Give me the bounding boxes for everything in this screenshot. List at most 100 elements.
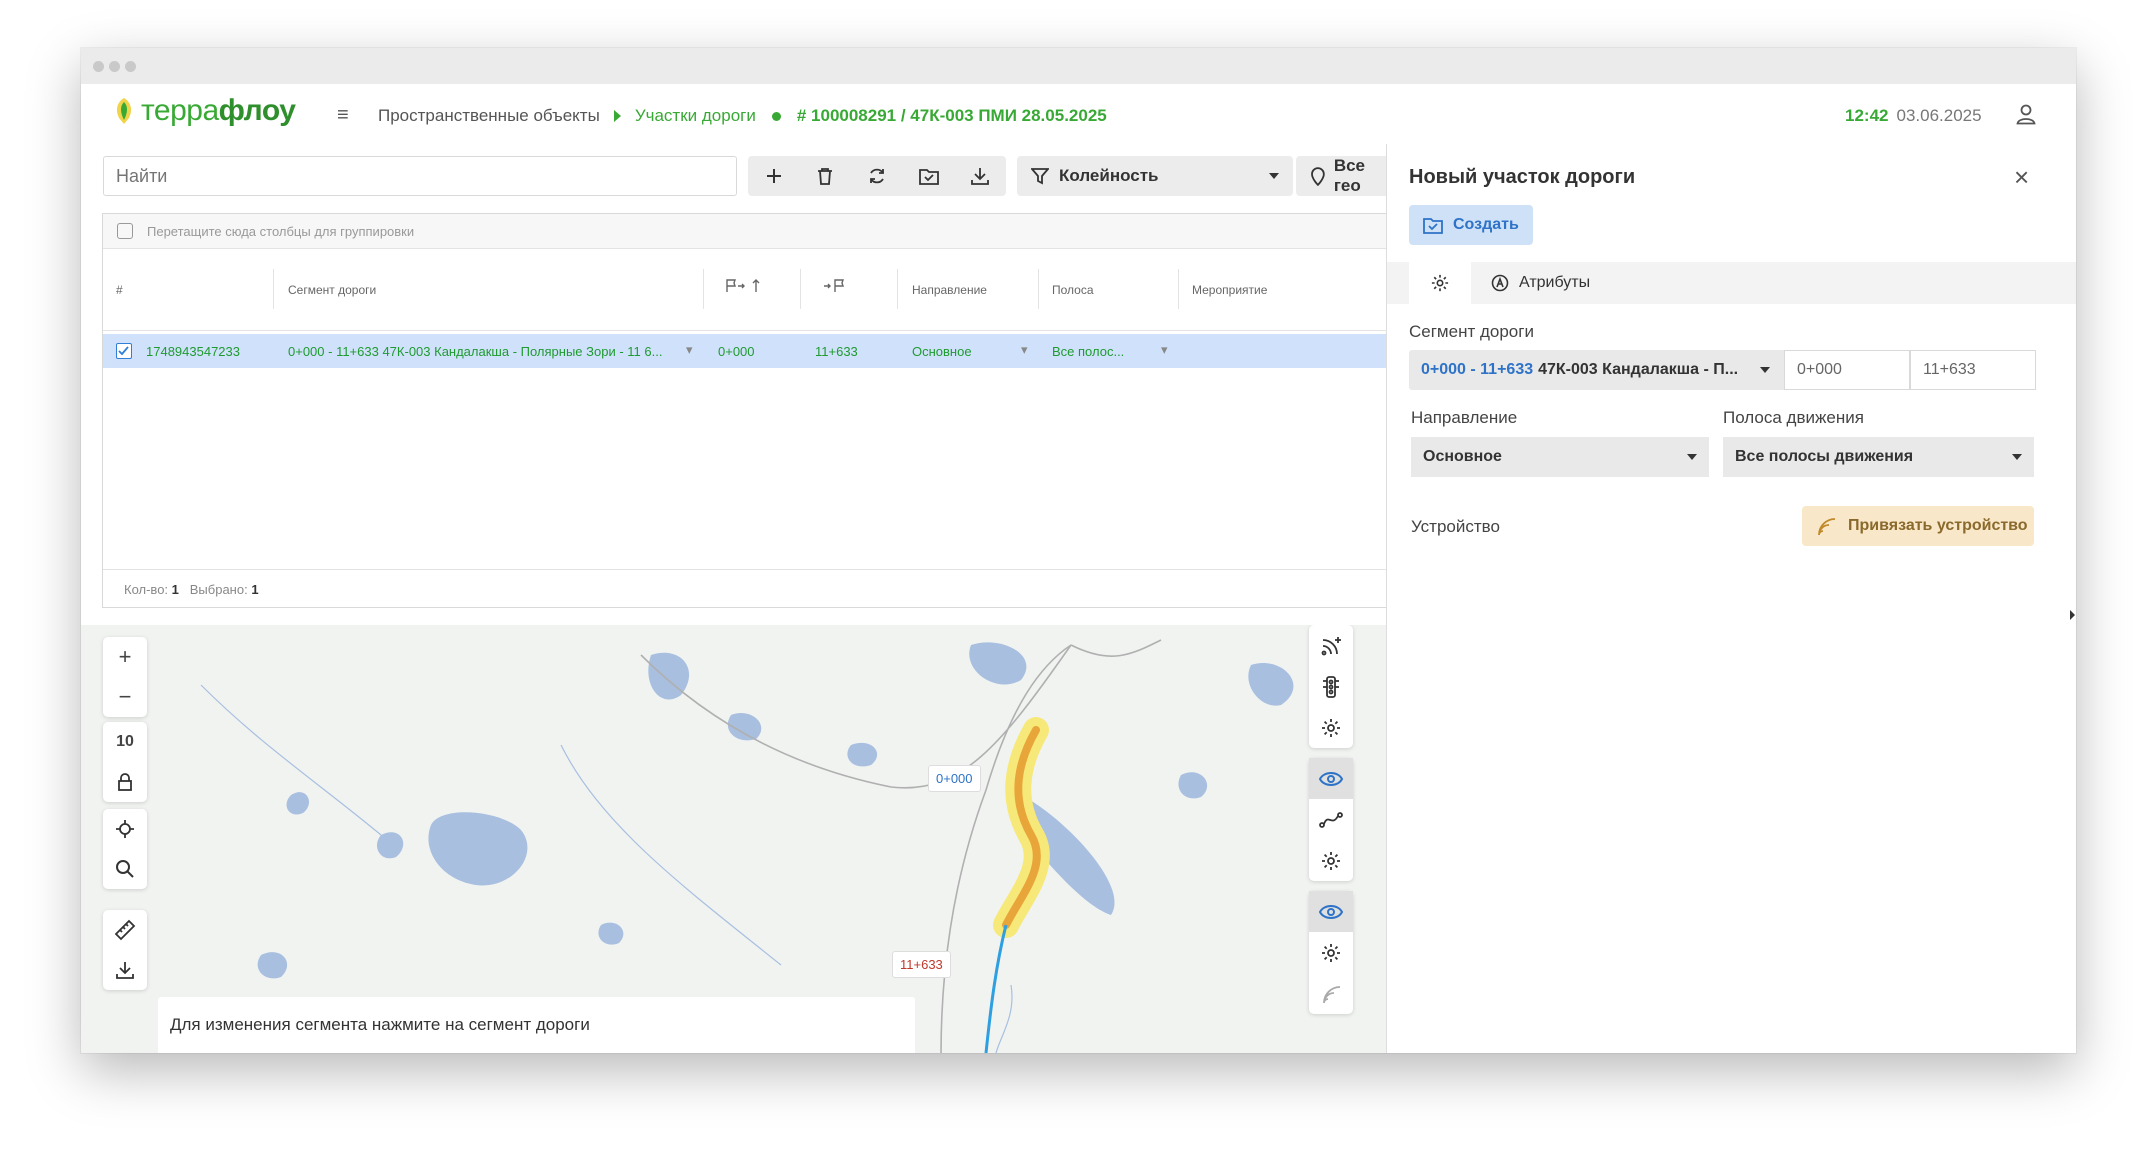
- col-header-segment[interactable]: Сегмент дороги: [288, 283, 376, 297]
- grid-header: # Сегмент дороги Направление Полоса Меро…: [103, 249, 1411, 331]
- group-hint: Перетащите сюда столбцы для группировки: [147, 223, 415, 239]
- attributes-icon: [1491, 274, 1509, 292]
- check-icon: [118, 346, 129, 356]
- column-divider: [897, 269, 898, 309]
- window-zoom-dot[interactable]: [125, 61, 136, 72]
- breadcrumb-road-sections[interactable]: Участки дороги: [635, 106, 756, 126]
- column-divider: [1038, 269, 1039, 309]
- crosshair-icon: [116, 820, 134, 838]
- add-layer-button[interactable]: [1309, 625, 1353, 666]
- search-input[interactable]: [103, 156, 737, 196]
- window-minimize-dot[interactable]: [109, 61, 120, 72]
- zoom-in-button[interactable]: +: [103, 637, 147, 677]
- map-search-button[interactable]: [103, 849, 147, 889]
- folder-check-icon: [1423, 218, 1443, 234]
- download-button[interactable]: [954, 156, 1006, 196]
- logo-text-light: терра: [141, 94, 219, 127]
- tab-settings[interactable]: [1409, 262, 1471, 304]
- col-header-lane[interactable]: Полоса: [1052, 283, 1094, 297]
- refresh-button[interactable]: [851, 156, 903, 196]
- map-hint: Для изменения сегмента нажмите на сегмен…: [158, 997, 916, 1053]
- lock-button[interactable]: [103, 762, 147, 802]
- column-divider: [1178, 269, 1179, 309]
- group-panel[interactable]: Перетащите сюда столбцы для группировки: [103, 214, 1411, 249]
- zoom-level: 10: [116, 733, 134, 750]
- signal-button[interactable]: [1309, 973, 1353, 1014]
- count-label: Кол-во:: [124, 582, 169, 597]
- rss-add-icon: [1321, 636, 1341, 655]
- route-button[interactable]: [1309, 799, 1353, 840]
- close-icon[interactable]: ×: [2014, 162, 2029, 193]
- grid-toolbar: [748, 156, 1006, 196]
- direction-value: Основное: [1423, 448, 1502, 465]
- col-header-direction[interactable]: Направление: [912, 283, 987, 297]
- open-folder-button[interactable]: [903, 156, 955, 196]
- data-grid: Перетащите сюда столбцы для группировки …: [102, 213, 1412, 608]
- start-marker[interactable]: 0+000: [928, 765, 981, 792]
- col-header-id[interactable]: #: [116, 283, 123, 297]
- cell-direction: Основное: [912, 344, 972, 359]
- start-picket-input[interactable]: 0+000: [1784, 350, 1910, 390]
- locate-group: [103, 809, 147, 889]
- chevron-down-icon[interactable]: ▾: [1021, 342, 1028, 358]
- segment-select[interactable]: 0+000 - 11+633 47К-003 Кандалакша - П...: [1409, 350, 1784, 390]
- clock-date: 03.06.2025: [1896, 106, 1982, 125]
- direction-select[interactable]: Основное: [1411, 437, 1709, 477]
- tab-attributes[interactable]: Атрибуты: [1491, 262, 1590, 304]
- chevron-down-icon: [2012, 454, 2022, 460]
- traffic-light-icon: [1323, 675, 1339, 698]
- hamburger-menu-icon[interactable]: ≡: [337, 104, 349, 127]
- locate-button[interactable]: [103, 809, 147, 849]
- layer-controls-3: [1309, 891, 1353, 1014]
- count-value: 1: [171, 582, 179, 597]
- column-divider: [273, 269, 274, 309]
- tab-attributes-label: Атрибуты: [1519, 274, 1591, 291]
- app-logo[interactable]: терра флоу: [111, 94, 296, 128]
- segment-label: Сегмент дороги: [1409, 322, 1534, 341]
- map-background: [200, 639, 1294, 1053]
- new-section-panel: Новый участок дороги × Создать Атрибуты …: [1386, 144, 2076, 1053]
- zoom-out-button[interactable]: −: [103, 677, 147, 717]
- map-download-button[interactable]: [103, 950, 147, 990]
- row-checkbox[interactable]: [116, 343, 132, 359]
- col-header-measure[interactable]: Мероприятие: [1192, 283, 1267, 297]
- col-header-end[interactable]: [823, 279, 849, 296]
- layer-settings-button[interactable]: [1309, 707, 1353, 748]
- rut-filter-dropdown[interactable]: Колейность: [1017, 156, 1293, 196]
- layer-controls-1: [1309, 625, 1353, 748]
- direction-label: Направление: [1411, 408, 1518, 427]
- traffic-light-button[interactable]: [1309, 666, 1353, 707]
- map-view[interactable]: 0+000 11+633 + − 10 Для изменения сегмен…: [81, 625, 1386, 1053]
- breadcrumb-spatial-objects[interactable]: Пространственные объекты: [378, 106, 600, 126]
- cell-end: 11+633: [815, 344, 858, 359]
- eye-icon: [1319, 771, 1343, 786]
- table-row[interactable]: 1748943547233 0+000 - 11+633 47К-003 Кан…: [103, 334, 1411, 368]
- bind-device-button[interactable]: Привязать устройство: [1802, 506, 2034, 546]
- col-header-start[interactable]: [725, 279, 763, 296]
- ruler-button[interactable]: [103, 910, 147, 950]
- chevron-down-icon[interactable]: ▾: [1161, 342, 1168, 358]
- column-divider: [800, 269, 801, 309]
- add-button[interactable]: [748, 156, 800, 196]
- visibility-toggle[interactable]: [1309, 891, 1353, 932]
- visibility-toggle[interactable]: [1309, 758, 1353, 799]
- route-settings-button[interactable]: [1309, 840, 1353, 881]
- download-icon: [116, 962, 134, 979]
- geo-filter[interactable]: Все гео: [1296, 156, 1396, 196]
- delete-button[interactable]: [800, 156, 852, 196]
- filter-icon: [1031, 168, 1049, 185]
- chevron-down-icon[interactable]: ▾: [686, 342, 693, 358]
- eye-icon: [1319, 904, 1343, 919]
- window-close-dot[interactable]: [93, 61, 104, 72]
- cell-id: 1748943547233: [146, 344, 240, 359]
- breadcrumb-current-object: # 100008291 / 47К-003 ПМИ 28.05.2025: [796, 106, 1107, 125]
- device-settings-button[interactable]: [1309, 932, 1353, 973]
- end-marker[interactable]: 11+633: [892, 951, 951, 978]
- lane-select[interactable]: Все полосы движения: [1723, 437, 2034, 477]
- chevron-right-icon: [613, 110, 621, 122]
- top-bar: терра флоу ≡ Пространственные объекты Уча…: [81, 84, 2076, 144]
- create-button[interactable]: Создать: [1409, 205, 1533, 245]
- panel-expand-arrow-icon[interactable]: [2070, 610, 2075, 620]
- end-picket-input[interactable]: 11+633: [1910, 350, 2036, 390]
- user-icon[interactable]: [2014, 102, 2038, 126]
